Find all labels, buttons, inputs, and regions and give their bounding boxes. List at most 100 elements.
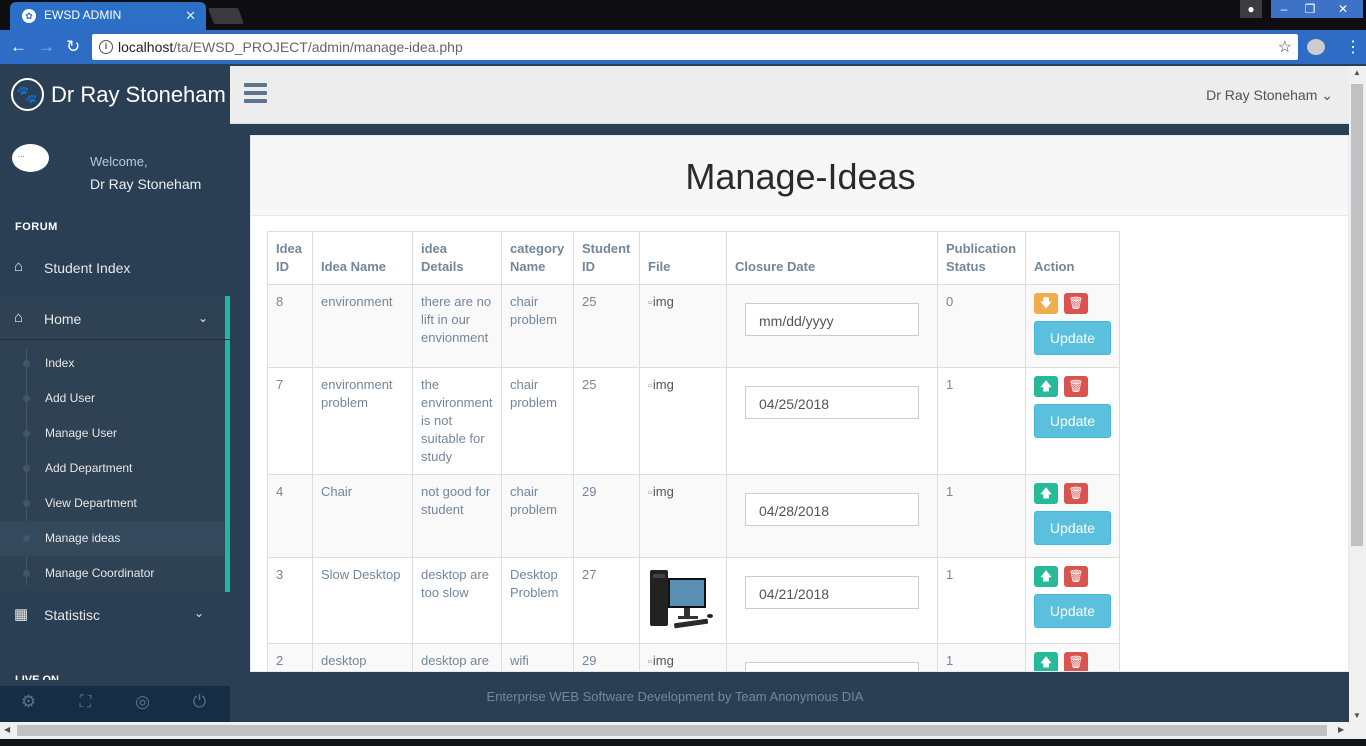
- table-row: 4 Chair not good for student chair probl…: [267, 474, 1120, 558]
- sidebar-subitem-manage-user[interactable]: Manage User: [0, 416, 225, 451]
- sidebar-subitem-view-department[interactable]: View Department: [0, 486, 225, 521]
- sidebar-subitem-manage-coordinator[interactable]: Manage Coordinator: [0, 556, 225, 591]
- horizontal-scroll-thumb[interactable]: [17, 725, 1327, 736]
- column-header: idea Details: [412, 231, 502, 285]
- browser-tab[interactable]: ✿ EWSD ADMIN ✕: [10, 2, 206, 30]
- cell-idea-details: the environment is not suitable for stud…: [412, 367, 502, 475]
- sidebar-subitem-add-department[interactable]: Add Department: [0, 451, 225, 486]
- vertical-scrollbar[interactable]: ▲ ▼: [1349, 66, 1366, 722]
- update-button[interactable]: Update: [1034, 404, 1111, 438]
- new-tab-button[interactable]: [208, 8, 244, 24]
- browser-menu-icon[interactable]: ⋮: [1345, 37, 1361, 57]
- section-title-forum: FORUM: [15, 221, 58, 233]
- broken-image-icon[interactable]: img: [648, 484, 674, 499]
- table-row: 7 environment problem the environment is…: [267, 367, 1120, 475]
- sidebar-subitem-add-user[interactable]: Add User: [0, 381, 225, 416]
- scroll-down-icon[interactable]: ▼: [1353, 711, 1361, 720]
- page-footer: Enterprise WEB Software Development by T…: [230, 672, 1349, 722]
- url-path: /ta/EWSD_PROJECT/admin/manage-idea.php: [173, 39, 463, 55]
- sidebar-item-student-index[interactable]: ⌂ Student Index: [0, 247, 230, 287]
- brand[interactable]: 🐾 Dr Ray Stoneham: [0, 66, 230, 124]
- cell-status: 1: [937, 643, 1026, 671]
- info-icon[interactable]: i: [99, 40, 113, 54]
- cell-action: 🡅 🗑 Update: [1025, 367, 1120, 475]
- menu-toggle-icon[interactable]: [244, 83, 267, 107]
- cell-closure-date: 04/21/2018: [726, 557, 938, 644]
- restore-icon[interactable]: ❐: [1297, 0, 1323, 18]
- bookmark-star-icon[interactable]: ☆: [1278, 37, 1292, 57]
- arrow-up-icon[interactable]: 🡅: [1034, 652, 1058, 671]
- cell-file: img: [639, 474, 727, 558]
- closure-date-input[interactable]: mm/dd/yyyy: [745, 303, 919, 336]
- user-menu[interactable]: Dr Ray Stoneham ⌄: [1206, 87, 1333, 104]
- profile-icon[interactable]: ●: [1240, 0, 1262, 18]
- scroll-up-icon[interactable]: ▲: [1353, 68, 1361, 77]
- scroll-right-icon[interactable]: ▶: [1338, 725, 1344, 734]
- cell-status: 1: [937, 367, 1026, 475]
- broken-image-icon[interactable]: img: [648, 377, 674, 392]
- trash-icon[interactable]: 🗑: [1064, 376, 1088, 397]
- gear-icon[interactable]: ⚙: [0, 692, 57, 712]
- sidebar-subitem-manage-ideas[interactable]: Manage ideas: [0, 521, 225, 556]
- closure-date-input[interactable]: 04/21/2018: [745, 576, 919, 609]
- vertical-scroll-thumb[interactable]: [1351, 84, 1363, 546]
- arrow-up-icon[interactable]: 🡅: [1034, 566, 1058, 587]
- back-arrow-icon[interactable]: ←: [10, 37, 27, 57]
- brand-title: Dr Ray Stoneham: [51, 82, 226, 107]
- closure-date-input[interactable]: 04/25/2018: [745, 386, 919, 419]
- chevron-down-icon: ⌄: [1321, 87, 1333, 103]
- arrow-up-icon[interactable]: 🡅: [1034, 483, 1058, 504]
- closure-date-input[interactable]: 04/28/2018: [745, 493, 919, 526]
- column-header: Action: [1025, 231, 1120, 285]
- window-close-icon[interactable]: ✕: [1323, 0, 1363, 18]
- update-button[interactable]: Update: [1034, 594, 1111, 628]
- sidebar-item-statistic[interactable]: ▦ Statistisc ⌄: [0, 594, 230, 634]
- update-button[interactable]: Update: [1034, 511, 1111, 545]
- url-host: localhost: [118, 39, 174, 55]
- column-header: category Name: [501, 231, 574, 285]
- cell-idea-id: 3: [267, 557, 313, 644]
- fullscreen-icon[interactable]: ⛶: [57, 692, 114, 712]
- reload-icon[interactable]: ↻: [66, 37, 80, 57]
- table-header-row: Idea ID Idea Name idea Details category …: [267, 231, 1120, 285]
- arrow-up-icon[interactable]: 🡅: [1034, 376, 1058, 397]
- arrow-down-icon[interactable]: 🡇: [1034, 293, 1058, 314]
- computer-image[interactable]: [648, 566, 714, 630]
- bullet-icon: [23, 465, 30, 472]
- cell-student-id: 29: [573, 474, 640, 558]
- bullet-icon: [23, 360, 30, 367]
- forward-arrow-icon[interactable]: →: [38, 37, 55, 57]
- update-button[interactable]: Update: [1034, 321, 1111, 355]
- sidebar-subitem-index[interactable]: Index: [0, 346, 225, 381]
- closure-date-input[interactable]: [745, 662, 919, 671]
- column-header: Idea ID: [267, 231, 313, 285]
- trash-icon[interactable]: 🗑: [1064, 293, 1088, 314]
- cell-idea-details: desktop are: [412, 643, 502, 671]
- tab-close-icon[interactable]: ✕: [185, 8, 196, 24]
- subitem-label: Manage User: [45, 426, 118, 440]
- address-bar[interactable]: i localhost/ta/EWSD_PROJECT/admin/manage…: [92, 34, 1298, 60]
- eye-slash-icon[interactable]: ◎: [114, 692, 171, 712]
- minimize-icon[interactable]: –: [1271, 0, 1297, 18]
- broken-image-icon[interactable]: img: [648, 653, 674, 668]
- extension-icon[interactable]: [1307, 39, 1325, 55]
- tab-favicon-icon: ✿: [22, 9, 36, 23]
- subitem-label: Index: [45, 356, 75, 370]
- cell-file: img: [639, 284, 727, 368]
- cell-file: img: [639, 367, 727, 475]
- page-title: Manage-Ideas: [685, 156, 916, 197]
- cell-idea-details: not good for student: [412, 474, 502, 558]
- cell-student-id: 27: [573, 557, 640, 644]
- cell-action: 🡅🗑 Update: [1025, 643, 1120, 671]
- scroll-left-icon[interactable]: ◀: [4, 725, 10, 734]
- power-icon[interactable]: ⏻: [171, 692, 228, 712]
- broken-image-icon[interactable]: img: [648, 294, 674, 309]
- horizontal-scrollbar[interactable]: ◀ ▶: [0, 722, 1366, 739]
- trash-icon[interactable]: 🗑: [1064, 566, 1088, 587]
- trash-icon[interactable]: 🗑: [1064, 652, 1088, 671]
- sidebar-item-label: Home: [44, 311, 82, 327]
- sidebar-item-home[interactable]: ⌂ Home ⌄: [0, 296, 230, 340]
- cell-idea-details: desktop are too slow: [412, 557, 502, 644]
- trash-icon[interactable]: 🗑: [1064, 483, 1088, 504]
- sidebar-item-label: Statistisc: [44, 607, 101, 623]
